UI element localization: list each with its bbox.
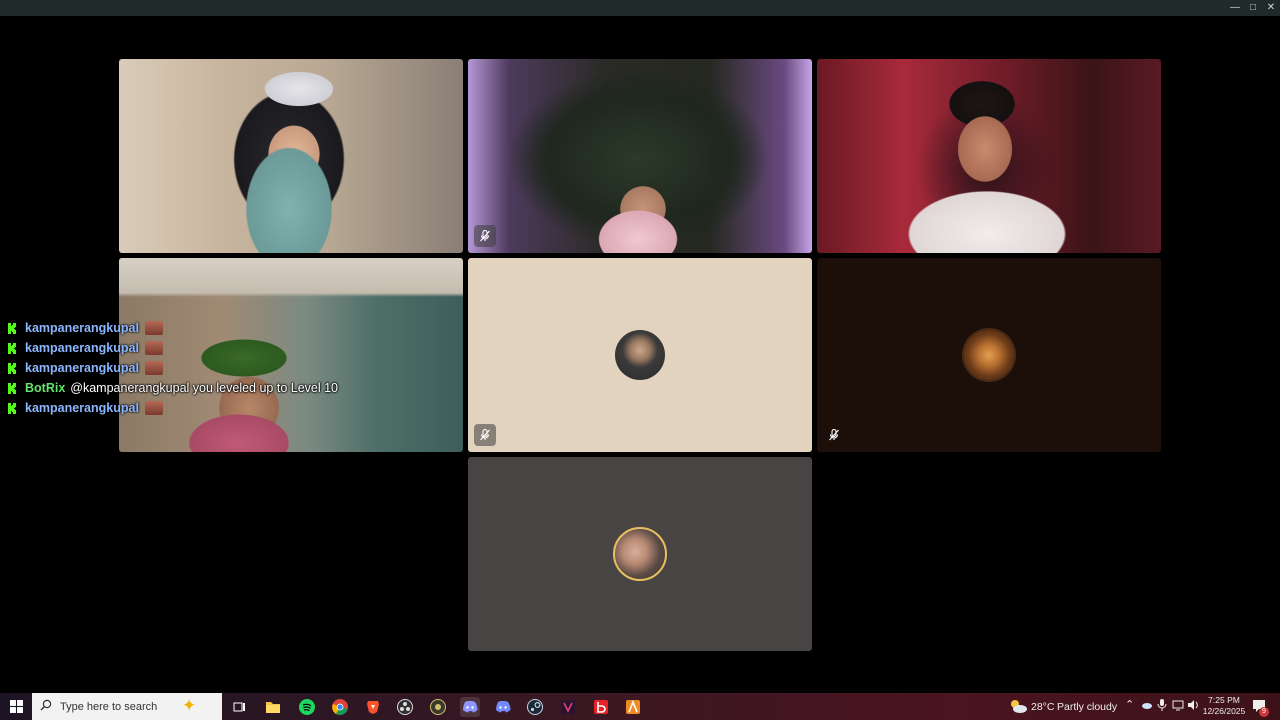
start-button[interactable] bbox=[0, 693, 32, 720]
chat-message-text: @kampanerangkupal you leveled up to Leve… bbox=[70, 381, 339, 395]
weather-icon[interactable] bbox=[1008, 697, 1028, 720]
chat-username[interactable]: kampanerangkupal bbox=[25, 321, 139, 335]
kick-badge-icon bbox=[8, 362, 18, 374]
task-view-icon[interactable] bbox=[230, 697, 250, 717]
chat-username[interactable]: kampanerangkupal bbox=[25, 401, 139, 415]
windows-logo-icon bbox=[9, 700, 23, 713]
chat-username[interactable]: kampanerangkupal bbox=[25, 341, 139, 355]
chat-overlay: kampanerangkupal kampanerangkupal kampan… bbox=[8, 318, 408, 418]
app-globe-icon[interactable] bbox=[428, 697, 448, 717]
kick-badge-icon bbox=[8, 342, 18, 354]
muted-mic-icon bbox=[474, 424, 496, 446]
participant-tile-cam-2[interactable] bbox=[468, 59, 812, 253]
video-feed bbox=[817, 59, 1161, 253]
chat-emote-icon bbox=[144, 341, 163, 355]
weather-temp[interactable]: 28°C bbox=[1031, 701, 1054, 713]
kick-badge-icon bbox=[8, 382, 18, 394]
discord-ptb-icon[interactable] bbox=[460, 697, 480, 717]
notification-count-badge: 9 bbox=[1259, 707, 1269, 717]
video-feed bbox=[119, 59, 463, 253]
participant-avatar bbox=[613, 527, 667, 581]
window-titlebar: — □ ✕ bbox=[0, 0, 1280, 16]
kick-badge-icon bbox=[8, 402, 18, 414]
chat-emote-icon bbox=[144, 321, 163, 335]
file-explorer-icon[interactable] bbox=[263, 697, 283, 717]
copilot-sparkle-icon: ✦ bbox=[182, 696, 197, 715]
participant-avatar bbox=[615, 330, 665, 380]
search-placeholder: Type here to search bbox=[60, 700, 158, 713]
participant-tile-avatar-1[interactable] bbox=[468, 258, 812, 452]
chevron-up-icon[interactable]: ⌃ bbox=[1125, 698, 1134, 711]
microphone-icon[interactable] bbox=[1157, 699, 1167, 714]
display-icon[interactable] bbox=[1172, 699, 1184, 714]
participant-tile-avatar-3[interactable] bbox=[468, 457, 812, 651]
minimize-button[interactable]: — bbox=[1226, 0, 1244, 16]
app-orange-icon[interactable] bbox=[623, 697, 643, 717]
discord-icon[interactable] bbox=[493, 697, 513, 717]
chat-message: kampanerangkupal bbox=[8, 338, 408, 358]
chat-message: BotRix @kampanerangkupal you leveled up … bbox=[8, 378, 408, 398]
system-clock[interactable]: 7:25 PM 12/26/2025 bbox=[1198, 695, 1250, 717]
app-v-icon[interactable] bbox=[558, 697, 578, 717]
taskbar: Type here to search ✦ 28°C Partly cloudy… bbox=[0, 693, 1280, 720]
chat-username[interactable]: kampanerangkupal bbox=[25, 361, 139, 375]
participant-tile-avatar-2[interactable] bbox=[817, 258, 1161, 452]
chat-emote-icon bbox=[144, 361, 163, 375]
participant-tile-cam-3[interactable] bbox=[817, 59, 1161, 253]
spotify-icon[interactable] bbox=[297, 697, 317, 717]
search-icon bbox=[40, 698, 52, 716]
muted-mic-icon bbox=[823, 424, 845, 446]
muted-mic-icon bbox=[474, 225, 496, 247]
video-feed bbox=[468, 59, 812, 253]
steam-icon[interactable] bbox=[525, 697, 545, 717]
participant-avatar bbox=[964, 330, 1014, 380]
close-button[interactable]: ✕ bbox=[1262, 0, 1280, 16]
taskbar-search-box[interactable]: Type here to search ✦ bbox=[32, 693, 222, 720]
chat-username[interactable]: BotRix bbox=[25, 381, 65, 395]
obs-icon[interactable] bbox=[395, 697, 415, 717]
chat-message: kampanerangkupal bbox=[8, 318, 408, 338]
chat-message: kampanerangkupal bbox=[8, 358, 408, 378]
app-red-icon[interactable] bbox=[591, 697, 611, 717]
kick-badge-icon bbox=[8, 322, 18, 334]
chat-emote-icon bbox=[144, 401, 163, 415]
chat-message: kampanerangkupal bbox=[8, 398, 408, 418]
clock-time: 7:25 PM bbox=[1208, 695, 1240, 705]
weather-condition[interactable]: Partly cloudy bbox=[1057, 701, 1117, 713]
brave-icon[interactable] bbox=[363, 697, 383, 717]
participant-tile-cam-1[interactable] bbox=[119, 59, 463, 253]
network-cloud-icon[interactable] bbox=[1141, 699, 1153, 714]
chrome-icon[interactable] bbox=[330, 697, 350, 717]
maximize-button[interactable]: □ bbox=[1244, 0, 1262, 16]
clock-date: 12/26/2025 bbox=[1202, 706, 1246, 716]
